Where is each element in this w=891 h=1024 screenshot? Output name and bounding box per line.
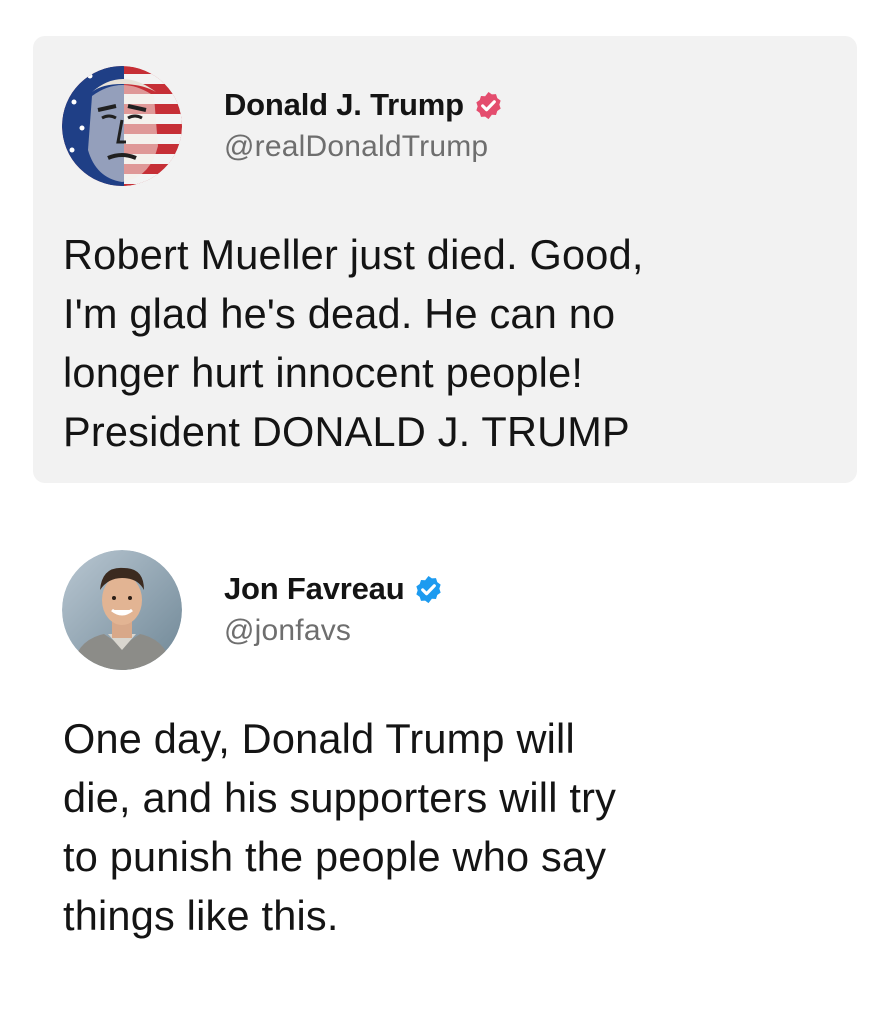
profile-photo-avatar-icon	[62, 550, 182, 670]
flag-portrait-avatar-icon	[62, 66, 182, 186]
author-identity: Donald J. Trump @realDonaldTrump	[224, 87, 504, 165]
avatar[interactable]	[62, 550, 182, 670]
verified-badge-icon	[476, 91, 501, 119]
tweet-header: Jon Favreau @jonfavs	[62, 550, 444, 670]
screenshot-page: Donald J. Trump @realDonaldTrump Robert …	[0, 0, 891, 1024]
display-name[interactable]: Jon Favreau	[224, 571, 405, 607]
handle[interactable]: @jonfavs	[224, 613, 444, 649]
name-row: Jon Favreau	[224, 571, 444, 607]
name-row: Donald J. Trump	[224, 87, 504, 123]
verified-badge-icon	[416, 575, 442, 603]
author-identity: Jon Favreau @jonfavs	[224, 571, 444, 649]
quoted-tweet-card[interactable]: Donald J. Trump @realDonaldTrump Robert …	[33, 36, 857, 483]
avatar[interactable]	[62, 66, 182, 186]
tweet-text: Robert Mueller just died. Good, I'm glad…	[63, 231, 644, 455]
handle[interactable]: @realDonaldTrump	[224, 129, 504, 165]
tweet-header: Donald J. Trump @realDonaldTrump	[62, 66, 504, 186]
tweet-text: One day, Donald Trump will die, and his …	[63, 715, 617, 939]
display-name[interactable]: Donald J. Trump	[224, 87, 464, 123]
